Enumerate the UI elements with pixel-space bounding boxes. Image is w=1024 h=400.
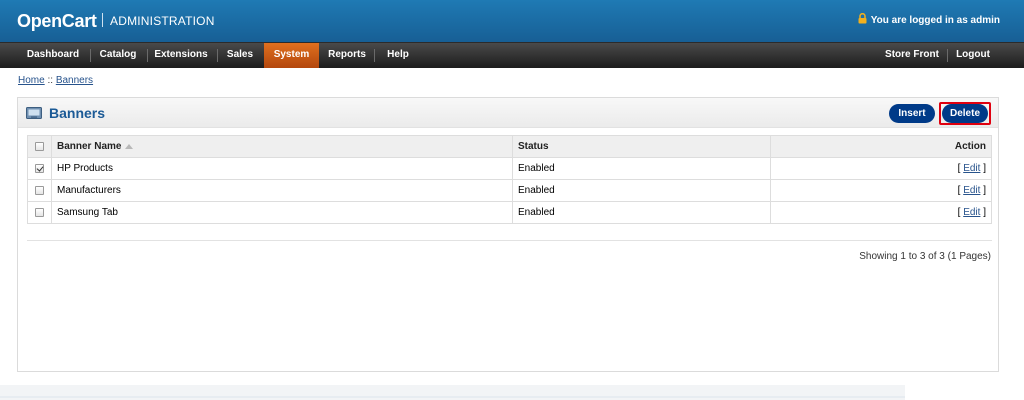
action-cell: [ Edit ] — [770, 179, 992, 202]
insert-button[interactable]: Insert — [889, 104, 935, 123]
banner-name: Samsung Tab — [51, 201, 513, 224]
select-all-checkbox[interactable] — [35, 141, 44, 151]
table-row: Manufacturers Enabled [ Edit ] — [27, 179, 992, 202]
menu-catalog[interactable]: Catalog — [95, 43, 141, 68]
menu-divider — [374, 49, 375, 62]
select-all-cell — [27, 135, 52, 158]
breadcrumb: Home :: Banners — [18, 75, 93, 86]
row-checkbox[interactable] — [35, 163, 44, 173]
sort-asc-icon — [125, 143, 134, 149]
pagination-divider — [27, 240, 992, 241]
row-select-cell — [27, 201, 52, 224]
edit-link[interactable]: Edit — [963, 207, 980, 218]
menu-help[interactable]: Help — [380, 43, 416, 68]
delete-button[interactable]: Delete — [942, 104, 988, 123]
menu-store-front[interactable]: Store Front — [882, 43, 942, 68]
logo-separator — [102, 13, 103, 27]
logged-in-text: You are logged in as admin — [870, 14, 1000, 26]
banner-name: HP Products — [51, 157, 513, 180]
panel-title: Banners — [49, 105, 106, 121]
edit-link[interactable]: Edit — [963, 185, 980, 196]
edit-link[interactable]: Edit — [963, 163, 980, 174]
menu-system[interactable]: System — [264, 43, 319, 68]
header-bar: OpenCart ADMINISTRATION You are logged i… — [0, 0, 1024, 42]
footer-bar — [0, 385, 905, 400]
menu-divider — [147, 49, 148, 62]
column-status[interactable]: Status — [512, 135, 771, 158]
menu-logout[interactable]: Logout — [952, 43, 994, 68]
column-banner-name[interactable]: Banner Name — [51, 135, 513, 158]
column-banner-name-label: Banner Name — [57, 141, 122, 152]
menu-dashboard[interactable]: Dashboard — [21, 43, 85, 68]
administration-label: ADMINISTRATION — [110, 14, 215, 28]
banner-icon — [26, 107, 42, 122]
login-status: You are logged in as admin — [858, 12, 1000, 27]
menu-extensions[interactable]: Extensions — [152, 43, 210, 68]
breadcrumb-home[interactable]: Home — [18, 75, 45, 86]
banner-status: Enabled — [512, 157, 771, 180]
banner-status: Enabled — [512, 179, 771, 202]
row-checkbox[interactable] — [35, 207, 44, 217]
menu-reports[interactable]: Reports — [325, 43, 369, 68]
row-select-cell — [27, 157, 52, 180]
menu-divider — [217, 49, 218, 62]
banners-table: Banner Name Status Action HP Products En… — [27, 135, 992, 224]
column-action: Action — [770, 135, 992, 158]
action-cell: [ Edit ] — [770, 201, 992, 224]
row-checkbox[interactable] — [35, 185, 44, 195]
banner-name: Manufacturers — [51, 179, 513, 202]
banner-status: Enabled — [512, 201, 771, 224]
action-bracket: ] — [980, 207, 986, 218]
banners-panel: Banners Insert Delete Banner Name Status… — [17, 97, 999, 372]
panel-heading: Banners Insert Delete — [18, 98, 998, 128]
delete-button-highlight: Delete — [939, 102, 991, 125]
action-bracket: ] — [980, 163, 986, 174]
row-select-cell — [27, 179, 52, 202]
action-cell: [ Edit ] — [770, 157, 992, 180]
lock-icon — [858, 12, 867, 27]
menu-sales[interactable]: Sales — [222, 43, 258, 68]
pagination-results: Showing 1 to 3 of 3 (1 Pages) — [859, 251, 991, 262]
opencart-logo[interactable]: OpenCart — [17, 11, 97, 32]
table-row: HP Products Enabled [ Edit ] — [27, 157, 992, 180]
table-header-row: Banner Name Status Action — [27, 135, 992, 158]
menu-divider — [90, 49, 91, 62]
main-menu: Dashboard Catalog Extensions Sales Syste… — [0, 42, 1024, 68]
action-bracket: ] — [980, 185, 986, 196]
breadcrumb-separator: :: — [44, 75, 56, 86]
footer-line — [0, 396, 905, 398]
table-row: Samsung Tab Enabled [ Edit ] — [27, 201, 992, 224]
breadcrumb-banners[interactable]: Banners — [56, 75, 93, 86]
menu-divider — [947, 49, 948, 62]
